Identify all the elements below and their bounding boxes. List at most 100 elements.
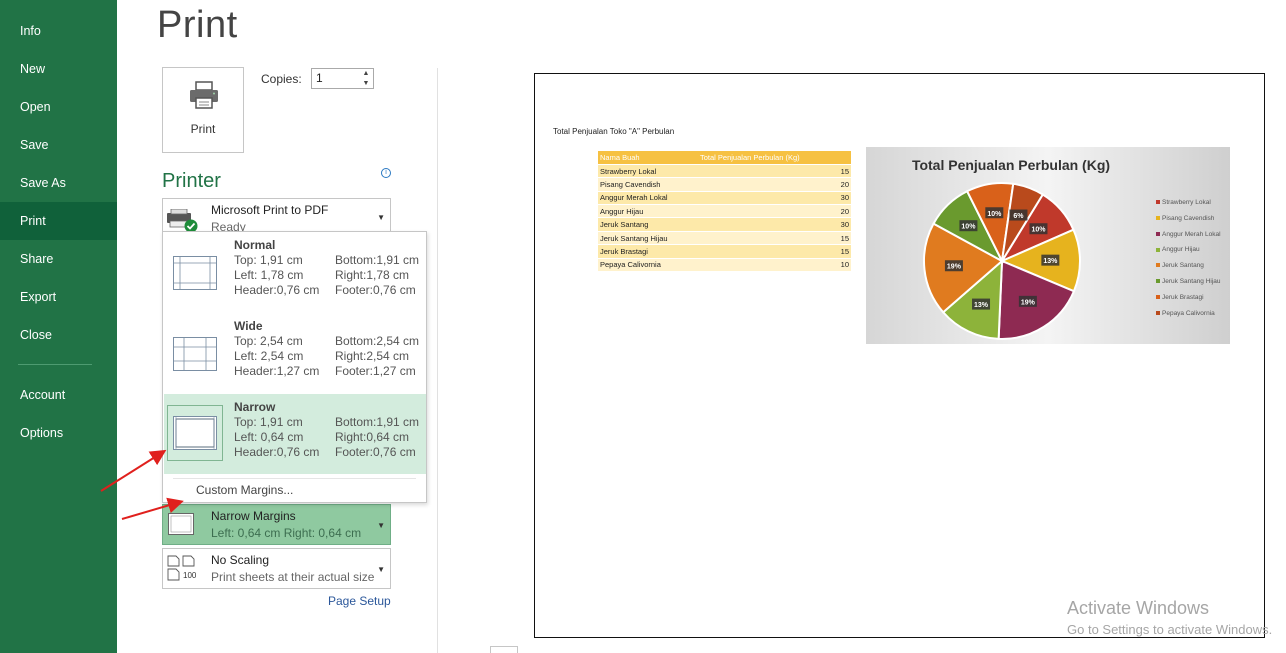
chevron-down-icon: ▼ <box>377 213 385 222</box>
excel-backstage-print: Info New Open Save Save As Print Share E… <box>0 0 1286 653</box>
table-header-cell: Total Penjualan Perbulan (Kg) <box>698 151 851 165</box>
legend-entry: Jeruk Santang <box>1156 262 1221 278</box>
data-label: 13% <box>1043 258 1058 265</box>
info-icon[interactable]: i <box>381 168 391 178</box>
wide-margins-icon <box>173 337 217 371</box>
nav-item-save-as[interactable]: Save As <box>0 164 117 202</box>
scaling-setting-detail: Print sheets at their actual size <box>211 570 375 584</box>
legend-entry: Pepaya Calivornia <box>1156 310 1221 326</box>
margins-setting-detail: Left: 0,64 cm Right: 0,64 cm <box>211 526 362 540</box>
copies-increment-icon[interactable]: ▲ <box>359 69 373 79</box>
data-label: 6% <box>1013 213 1024 220</box>
page-title: Print <box>157 4 238 46</box>
legend-entry: Pisang Cavendish <box>1156 215 1221 231</box>
scaling-select[interactable]: 100 No Scaling Print sheets at their act… <box>162 548 391 589</box>
printer-device-icon <box>167 209 198 233</box>
printer-heading: Printer <box>162 170 221 192</box>
legend-entry: Strawberry Lokal <box>1156 199 1221 215</box>
activation-watermark-title: Activate Windows <box>1067 598 1210 618</box>
legend-label: Pisang Cavendish <box>1162 214 1215 222</box>
pie-chart-svg: 10% 13% 19% 13% 19% 10% 10% 6% <box>923 182 1081 340</box>
nav-divider <box>18 364 92 365</box>
table-header-cell: Nama Buah <box>598 151 698 165</box>
page-setup-link[interactable]: Page Setup <box>328 594 391 608</box>
legend-entry: Jeruk Brastagi <box>1156 294 1221 310</box>
legend-entry: Jeruk Santang Hijau <box>1156 278 1221 294</box>
nav-item-print[interactable]: Print <box>0 202 117 240</box>
legend-label: Jeruk Santang Hijau <box>1162 277 1221 285</box>
pie-chart: Total Penjualan Perbulan (Kg) 10% 13% 19% 1… <box>866 147 1230 344</box>
option-name: Normal <box>234 238 276 252</box>
margins-dropdown: Normal Top: 1,91 cm Left: 1,78 cm Header… <box>162 231 427 503</box>
legend-label: Strawberry Lokal <box>1162 199 1211 206</box>
option-left-values: Top: 1,91 cm Left: 0,64 cm Header:0,76 c… <box>234 415 320 459</box>
backstage-nav: Info New Open Save Save As Print Share E… <box>0 0 117 653</box>
dropdown-divider <box>173 478 416 479</box>
data-label: 19% <box>947 264 962 271</box>
nav-item-save[interactable]: Save <box>0 126 117 164</box>
table-row: Jeruk Santang 30 <box>598 217 851 232</box>
legend-swatch <box>1156 295 1160 300</box>
nav-item-open[interactable]: Open <box>0 88 117 126</box>
custom-margins-item[interactable]: Custom Margins... <box>196 483 293 497</box>
option-right-values: Bottom:1,91 cm Right:1,78 cm Footer:0,76… <box>335 253 420 297</box>
legend-swatch <box>1156 279 1160 284</box>
legend-swatch <box>1156 200 1160 205</box>
scaling-icon-text: 100 <box>183 571 197 580</box>
copies-value: 1 <box>316 71 323 85</box>
data-label: 10% <box>987 211 1002 218</box>
chevron-down-icon: ▼ <box>377 565 385 574</box>
normal-margins-icon <box>173 256 217 290</box>
data-label: 19% <box>1021 299 1036 306</box>
legend-label: Jeruk Santang <box>1162 262 1204 270</box>
nav-item-new[interactable]: New <box>0 50 117 88</box>
legend-swatch <box>1156 310 1160 315</box>
margin-option-normal[interactable]: Normal Top: 1,91 cm Left: 1,78 cm Header… <box>164 232 426 312</box>
legend-entry: Anggur Hijau <box>1156 246 1221 262</box>
margin-option-wide[interactable]: Wide Top: 2,54 cm Left: 2,54 cm Header:1… <box>164 313 426 393</box>
chevron-down-icon: ▼ <box>377 521 385 530</box>
option-left-values: Top: 2,54 cm Left: 2,54 cm Header:1,27 c… <box>234 334 320 378</box>
table-row: Jeruk Brastagi 15 <box>598 244 851 259</box>
chart-legend: Strawberry Lokal Pisang Cavendish Anggur M… <box>1156 199 1221 325</box>
copies-decrement-icon[interactable]: ▼ <box>359 79 373 89</box>
scaling-setting-name: No Scaling <box>211 553 270 567</box>
margins-select[interactable]: Narrow Margins Left: 0,64 cm Right: 0,64… <box>162 504 391 545</box>
legend-swatch <box>1156 247 1160 252</box>
nav-item-info[interactable]: Info <box>0 12 117 50</box>
print-button[interactable]: Print <box>162 67 244 153</box>
activation-watermark-detail: Go to Settings to activate Windows. <box>1067 622 1273 637</box>
copies-label: Copies: <box>261 72 302 86</box>
legend-swatch <box>1156 216 1160 221</box>
nav-item-share[interactable]: Share <box>0 240 117 278</box>
option-name: Wide <box>234 319 263 333</box>
sheet-title: Total Penjualan Toko "A" Perbulan <box>553 127 675 136</box>
option-right-values: Bottom:2,54 cm Right:2,54 cm Footer:1,27… <box>335 334 420 378</box>
margins-icon <box>168 513 194 535</box>
option-right-values: Bottom:1,91 cm Right:0,64 cm Footer:0,76… <box>335 415 420 459</box>
page-navigator[interactable] <box>490 646 518 653</box>
legend-label: Anggur Hijau <box>1162 246 1200 254</box>
table-header-row: Nama Buah Total Penjualan Perbulan (Kg) <box>598 151 851 165</box>
data-label: 10% <box>1031 227 1046 234</box>
nav-item-options[interactable]: Options <box>0 414 117 452</box>
table-row: Pisang Cavendish 20 <box>598 177 851 192</box>
nav-item-close[interactable]: Close <box>0 316 117 354</box>
margin-option-narrow[interactable]: Narrow Top: 1,91 cm Left: 0,64 cm Header… <box>164 394 426 474</box>
option-name: Narrow <box>234 400 276 414</box>
print-preview-page[interactable]: Total Penjualan Toko "A" Perbulan Nama B… <box>534 73 1265 638</box>
legend-label: Anggur Merah Lokal <box>1162 230 1221 238</box>
nav-item-account[interactable]: Account <box>0 376 117 414</box>
panel-divider <box>437 68 438 653</box>
table-row: Anggur Merah Lokal 30 <box>598 191 851 206</box>
sales-table: Nama Buah Total Penjualan Perbulan (Kg) … <box>598 151 851 273</box>
legend-label: Jeruk Brastagi <box>1162 293 1204 301</box>
copies-input[interactable]: 1 ▲ ▼ <box>311 68 374 89</box>
printer-name: Microsoft Print to PDF <box>211 203 329 217</box>
print-button-label: Print <box>190 122 216 136</box>
nav-item-export[interactable]: Export <box>0 278 117 316</box>
data-label: 10% <box>961 224 976 231</box>
data-label: 13% <box>974 302 989 309</box>
table-row: Jeruk Santang Hijau 15 <box>598 231 851 246</box>
legend-label: Pepaya Calivornia <box>1162 309 1215 317</box>
